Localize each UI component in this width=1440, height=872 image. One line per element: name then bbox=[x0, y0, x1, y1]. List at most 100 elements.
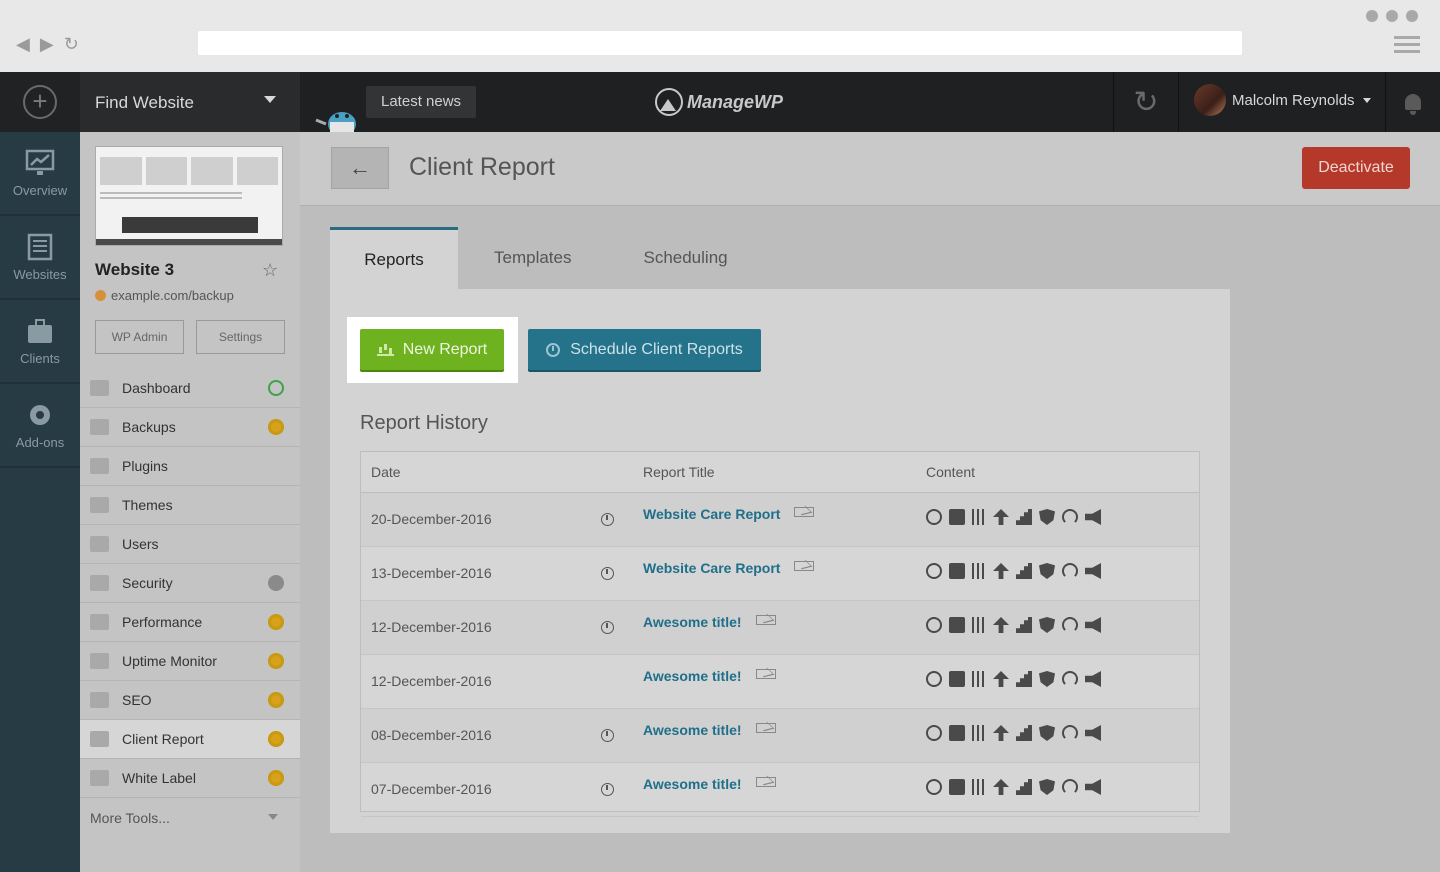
report-title-link[interactable]: Awesome title! bbox=[643, 722, 776, 738]
sidebar-item-label: Themes bbox=[122, 497, 173, 513]
report-title-link[interactable]: Website Care Report bbox=[643, 506, 815, 522]
schedule-client-reports-button[interactable]: Schedule Client Reports bbox=[528, 329, 761, 370]
site-sidebar: Website 3 ☆ example.com/backup WP Admin … bbox=[80, 132, 300, 872]
email-icon[interactable] bbox=[755, 615, 776, 625]
latest-news-button[interactable]: Latest news bbox=[366, 86, 477, 118]
sync-icon bbox=[926, 779, 942, 795]
sidebar-item-performance[interactable]: Performance bbox=[80, 603, 300, 642]
sidebar-item-users[interactable]: Users bbox=[80, 525, 300, 564]
forward-arrow-icon[interactable]: ▶ bbox=[40, 34, 54, 55]
rail-item-websites[interactable]: Websites bbox=[0, 216, 80, 300]
user-menu[interactable]: Malcolm Reynolds bbox=[1194, 84, 1371, 116]
rail-label: Add-ons bbox=[15, 434, 65, 450]
backup-icon bbox=[949, 671, 965, 687]
analytics-icon bbox=[1016, 779, 1032, 795]
sidebar-item-client-report[interactable]: Client Report bbox=[80, 720, 300, 759]
tag-icon bbox=[90, 770, 109, 786]
clock-icon bbox=[601, 783, 614, 796]
sidebar-item-label: Users bbox=[122, 536, 159, 552]
star-icon[interactable]: ☆ bbox=[262, 260, 278, 281]
report-title-link[interactable]: Awesome title! bbox=[643, 614, 776, 630]
plus-circle-icon: + bbox=[23, 85, 57, 119]
sidebar-item-label: Client Report bbox=[122, 731, 204, 747]
find-website-dropdown[interactable]: Find Website bbox=[80, 72, 300, 132]
rail-item-addons[interactable]: Add-ons bbox=[0, 384, 80, 468]
seo-icon bbox=[1085, 617, 1101, 633]
security-icon bbox=[1039, 563, 1055, 579]
content-icons bbox=[926, 725, 1101, 741]
chevron-down-icon bbox=[1362, 97, 1371, 103]
sidebar-item-label: Security bbox=[122, 575, 173, 591]
settings-button[interactable]: Settings bbox=[196, 320, 285, 354]
websites-icon bbox=[27, 233, 53, 260]
rail-item-overview[interactable]: Overview bbox=[0, 132, 80, 216]
performance-icon bbox=[1062, 725, 1078, 741]
notifications-button[interactable] bbox=[1385, 72, 1440, 132]
sync-all-button[interactable]: ↻ bbox=[1113, 72, 1179, 132]
deactivate-button[interactable]: Deactivate bbox=[1302, 147, 1410, 189]
sidebar-item-label: Performance bbox=[122, 614, 203, 630]
chart-icon bbox=[90, 731, 109, 747]
wp-admin-button[interactable]: WP Admin bbox=[95, 320, 184, 354]
row-date: 13-December-2016 bbox=[371, 565, 492, 581]
find-website-label: Find Website bbox=[95, 93, 194, 112]
analytics-icon bbox=[1016, 509, 1032, 525]
content-icons bbox=[926, 509, 1101, 525]
back-button[interactable]: ← bbox=[331, 147, 389, 189]
sidebar-item-uptime-monitor[interactable]: Uptime Monitor bbox=[80, 642, 300, 681]
back-arrow-icon[interactable]: ◀ bbox=[16, 34, 30, 55]
rail-item-clients[interactable]: Clients bbox=[0, 300, 80, 384]
site-url[interactable]: example.com/backup bbox=[95, 288, 234, 303]
tab-templates[interactable]: Templates bbox=[458, 227, 607, 289]
sidebar-item-label: Backups bbox=[122, 419, 176, 435]
sync-icon bbox=[926, 671, 942, 687]
rail-label: Clients bbox=[20, 350, 60, 366]
sidebar-item-dashboard[interactable]: Dashboard bbox=[80, 369, 300, 408]
sidebar-item-plugins[interactable]: Plugins bbox=[80, 447, 300, 486]
tab-scheduling[interactable]: Scheduling bbox=[607, 227, 763, 289]
sidebar-item-seo[interactable]: SEO bbox=[80, 681, 300, 720]
plugins-icon bbox=[90, 458, 109, 474]
report-tabs: Reports Templates Scheduling bbox=[330, 227, 764, 289]
new-report-label: New Report bbox=[402, 340, 488, 358]
tab-reports[interactable]: Reports bbox=[330, 227, 458, 289]
shield-icon bbox=[90, 575, 109, 591]
sidebar-item-themes[interactable]: Themes bbox=[80, 486, 300, 525]
email-icon[interactable] bbox=[794, 507, 815, 517]
email-icon[interactable] bbox=[755, 669, 776, 679]
clock-icon bbox=[601, 513, 614, 526]
security-icon bbox=[1039, 725, 1055, 741]
new-report-button[interactable]: New Report bbox=[360, 329, 504, 370]
chevron-down-icon bbox=[264, 96, 276, 103]
report-title-link[interactable]: Website Care Report bbox=[643, 560, 815, 576]
backups-icon bbox=[90, 419, 109, 435]
sync-icon bbox=[926, 617, 942, 633]
managewp-logo[interactable]: ManageWP bbox=[655, 88, 783, 116]
email-icon[interactable] bbox=[755, 777, 776, 787]
reload-icon[interactable]: ↻ bbox=[64, 34, 79, 55]
sidebar-item-white-label[interactable]: White Label bbox=[80, 759, 300, 798]
sync-icon bbox=[926, 509, 942, 525]
column-title: Report Title bbox=[643, 464, 715, 480]
more-tools-button[interactable]: More Tools... bbox=[80, 798, 300, 837]
report-title-text: Website Care Report bbox=[643, 506, 781, 522]
more-tools-label: More Tools... bbox=[90, 809, 170, 826]
sidebar-item-security[interactable]: Security bbox=[80, 564, 300, 603]
table-row: 12-December-2016 Awesome title! bbox=[361, 601, 1199, 655]
analytics-icon bbox=[1016, 671, 1032, 687]
performance-icon bbox=[1062, 563, 1078, 579]
email-icon[interactable] bbox=[755, 723, 776, 733]
add-website-button[interactable]: + bbox=[0, 72, 80, 132]
content-icons bbox=[926, 671, 1101, 687]
report-title-link[interactable]: Awesome title! bbox=[643, 668, 776, 684]
address-bar[interactable] bbox=[198, 31, 1242, 55]
sidebar-item-backups[interactable]: Backups bbox=[80, 408, 300, 447]
site-thumbnail[interactable] bbox=[95, 146, 283, 246]
browser-nav: ◀ ▶ ↻ bbox=[16, 34, 79, 55]
plugins-icon bbox=[972, 509, 986, 525]
email-icon[interactable] bbox=[794, 561, 815, 571]
sidebar-item-label: Plugins bbox=[122, 458, 168, 474]
report-title-link[interactable]: Awesome title! bbox=[643, 776, 776, 792]
hamburger-menu-icon[interactable] bbox=[1394, 36, 1420, 57]
dashboard-icon bbox=[90, 380, 109, 396]
